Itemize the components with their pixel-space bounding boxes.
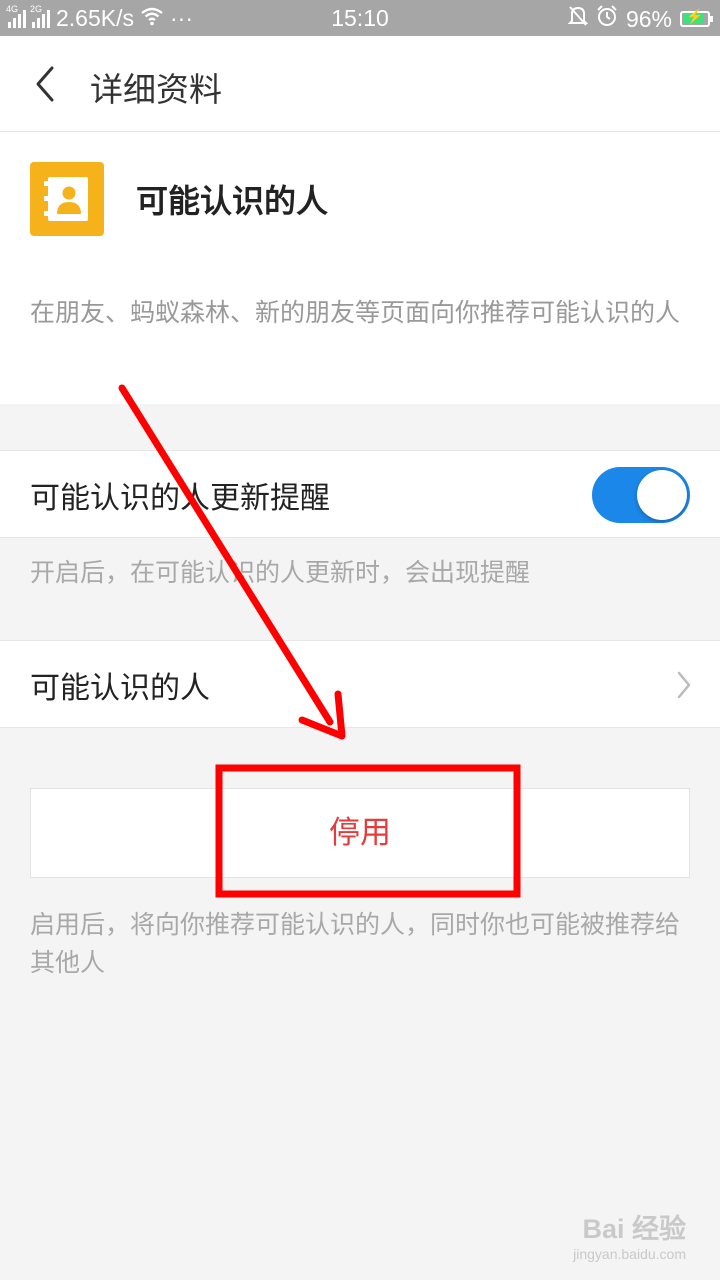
update-reminder-row: 可能认识的人更新提醒 bbox=[0, 450, 720, 538]
chevron-left-icon bbox=[36, 66, 54, 102]
battery-icon: ⚡ bbox=[680, 8, 713, 27]
status-bar: 4G 2G 2.65K/s ··· 15:10 96% ⚡ bbox=[0, 0, 720, 36]
battery-percent: 96% bbox=[625, 5, 672, 32]
status-right: 96% ⚡ bbox=[567, 5, 713, 33]
mute-bell-icon bbox=[567, 5, 589, 33]
footer-hint: 启用后，将向你推荐可能认识的人，同时你也可能被推荐给其他人 bbox=[30, 910, 681, 977]
update-reminder-toggle[interactable] bbox=[592, 467, 690, 523]
update-reminder-hint: 开启后，在可能认识的人更新时，会出现提醒 bbox=[30, 558, 531, 587]
update-reminder-label: 可能认识的人更新提醒 bbox=[30, 481, 330, 516]
contact-book-icon bbox=[30, 162, 104, 236]
chevron-right-icon bbox=[677, 671, 691, 699]
disable-button[interactable]: 停用 bbox=[30, 788, 690, 878]
people-you-may-know-label: 可能认识的人 bbox=[30, 671, 210, 706]
watermark-main: Bai 经验 bbox=[582, 1214, 686, 1244]
baidu-jingyan-watermark: Bai 经验 jingyan.baidu.com bbox=[573, 1207, 686, 1262]
page-title: 详细资料 bbox=[90, 70, 222, 109]
app-info-card: 可能认识的人 在朋友、蚂蚁森林、新的朋友等页面向你推荐可能认识的人 bbox=[0, 132, 720, 404]
people-you-may-know-row[interactable]: 可能认识的人 bbox=[0, 640, 720, 728]
toggle-knob bbox=[637, 470, 687, 520]
app-description: 在朋友、蚂蚁森林、新的朋友等页面向你推荐可能认识的人 bbox=[30, 298, 681, 327]
app-name: 可能认识的人 bbox=[136, 182, 329, 220]
back-button[interactable] bbox=[28, 62, 68, 106]
alarm-clock-icon bbox=[596, 5, 618, 33]
watermark-sub: jingyan.baidu.com bbox=[573, 1246, 686, 1262]
navigation-bar: 详细资料 bbox=[0, 36, 720, 132]
